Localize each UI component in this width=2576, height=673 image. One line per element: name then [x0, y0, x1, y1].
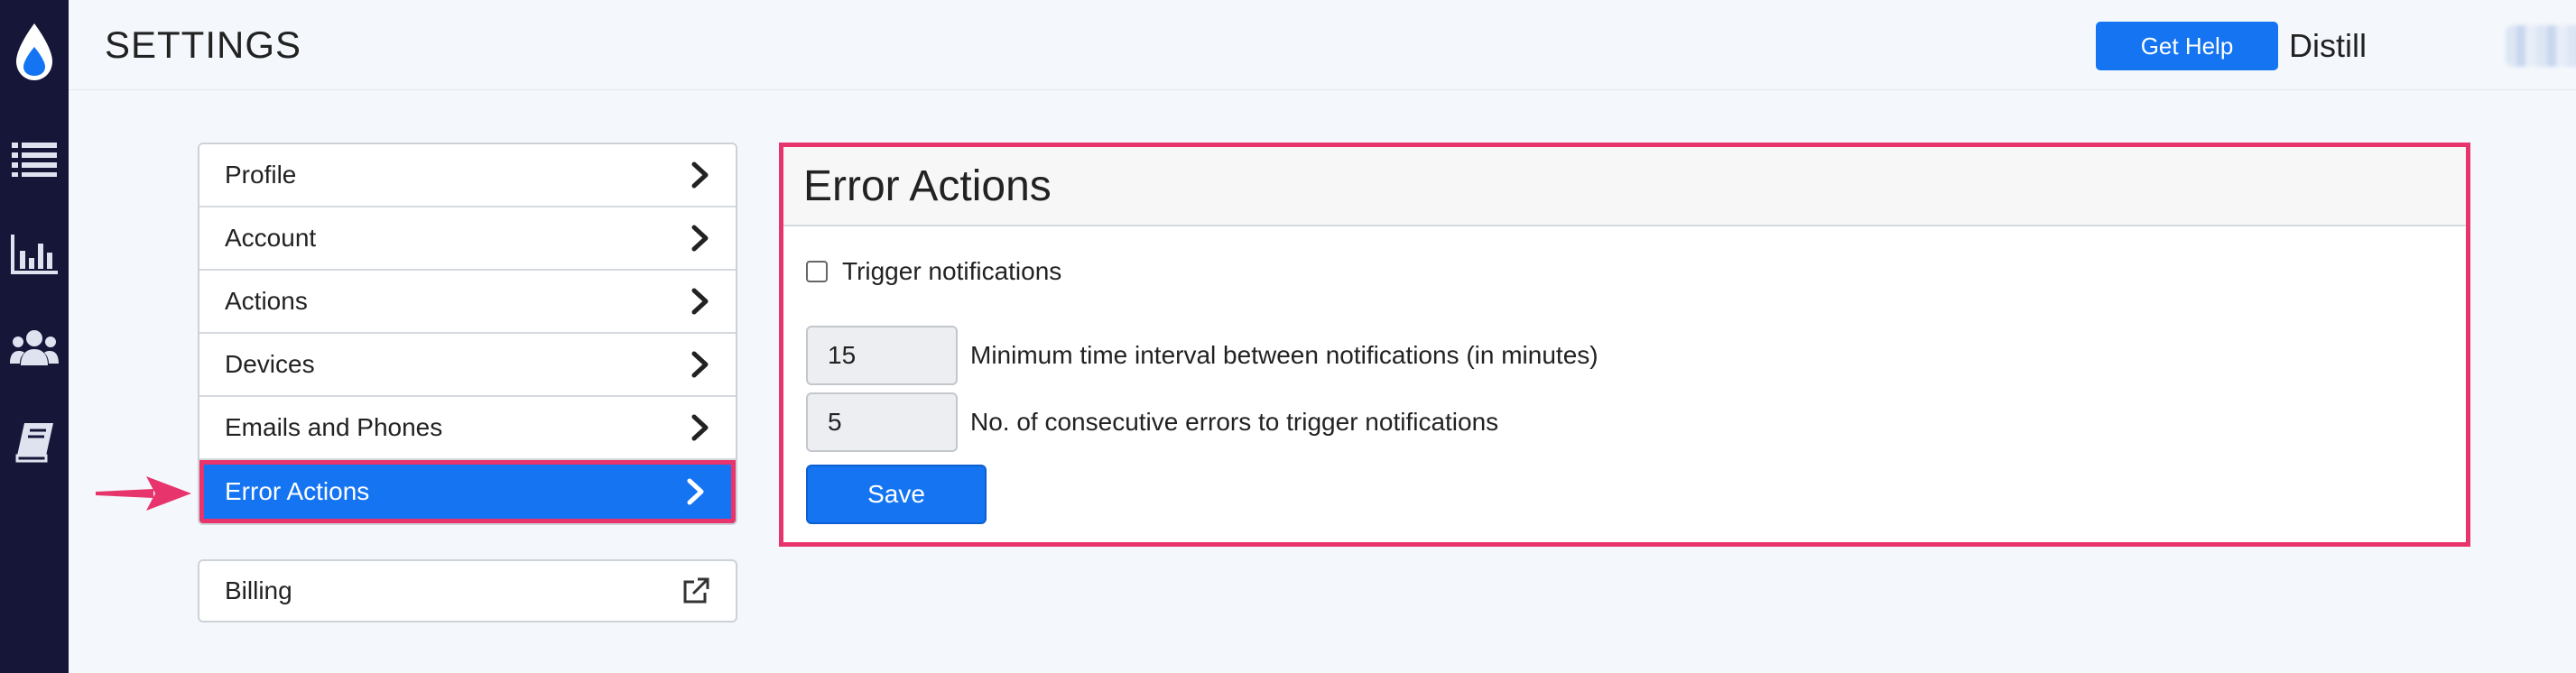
- menu-item-actions[interactable]: Actions: [199, 271, 736, 334]
- save-button[interactable]: Save: [806, 465, 987, 524]
- account-avatar[interactable]: [2506, 25, 2576, 67]
- billing-label: Billing: [225, 576, 292, 604]
- page-title: SETTINGS: [105, 23, 302, 66]
- bar-chart-icon: [11, 235, 58, 274]
- error-actions-panel: Error Actions Trigger notifications 15 M…: [779, 143, 2470, 547]
- nav-reports[interactable]: [9, 229, 60, 280]
- interval-input[interactable]: 15: [806, 326, 958, 385]
- menu-item-error-actions[interactable]: Error Actions: [199, 460, 736, 523]
- errors-input[interactable]: 5: [806, 392, 958, 452]
- menu-item-label: Account: [225, 224, 317, 252]
- chevron-right-icon: [687, 478, 704, 505]
- menu-item-profile[interactable]: Profile: [199, 144, 736, 207]
- brand-name: Distill: [2289, 27, 2367, 64]
- menu-item-label: Error Actions: [225, 477, 370, 505]
- menu-item-label: Devices: [225, 350, 315, 378]
- interval-label: Minimum time interval between notificati…: [970, 341, 1598, 369]
- errors-label: No. of consecutive errors to trigger not…: [970, 408, 1499, 436]
- menu-item-label: Profile: [225, 161, 297, 189]
- top-header: SETTINGS Get Help Distill: [69, 0, 2576, 90]
- chevron-right-icon: [691, 225, 709, 252]
- nav-monitors[interactable]: [9, 134, 60, 184]
- external-link-icon: [683, 577, 709, 604]
- menu-item-label: Emails and Phones: [225, 413, 443, 441]
- trigger-notifications-label: Trigger notifications: [842, 257, 1062, 285]
- menu-item-account[interactable]: Account: [199, 207, 736, 271]
- nav-docs[interactable]: [9, 417, 60, 467]
- get-help-button[interactable]: Get Help: [2096, 22, 2278, 70]
- users-icon: [10, 330, 59, 365]
- errors-row: 5 No. of consecutive errors to trigger n…: [806, 392, 1498, 452]
- nav-team[interactable]: [9, 323, 60, 373]
- chevron-right-icon: [691, 351, 709, 378]
- settings-menu: Profile Account Actions Devices Emails a…: [198, 143, 737, 622]
- menu-item-label: Actions: [225, 287, 308, 315]
- settings-menu-group: Profile Account Actions Devices Emails a…: [198, 143, 737, 525]
- app-sidebar: [0, 0, 69, 673]
- pointer-arrow-icon: [96, 476, 191, 511]
- list-icon: [12, 143, 57, 177]
- panel-title: Error Actions: [803, 161, 1052, 210]
- droplet-logo-icon[interactable]: [11, 20, 58, 85]
- menu-item-billing[interactable]: Billing: [198, 559, 737, 622]
- menu-item-emails-and-phones[interactable]: Emails and Phones: [199, 397, 736, 460]
- trigger-notifications-checkbox[interactable]: [806, 261, 828, 282]
- chevron-right-icon: [691, 288, 709, 315]
- book-icon: [15, 423, 53, 463]
- chevron-right-icon: [691, 161, 709, 189]
- panel-header: Error Actions: [783, 147, 2466, 226]
- chevron-right-icon: [691, 414, 709, 441]
- interval-row: 15 Minimum time interval between notific…: [806, 326, 1598, 385]
- menu-item-devices[interactable]: Devices: [199, 334, 736, 397]
- trigger-notifications-row[interactable]: Trigger notifications: [806, 257, 1061, 286]
